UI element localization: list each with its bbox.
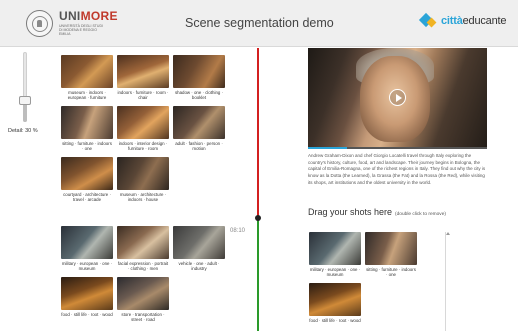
shot-thumbnail[interactable]: museum · architecture · indoors · house bbox=[117, 157, 169, 202]
drop-zone-scrollbar[interactable] bbox=[445, 232, 450, 331]
shot-image[interactable] bbox=[117, 106, 169, 139]
shot-tags: sitting · furniture · indoors · one bbox=[62, 141, 112, 152]
shot-tags: adult · fashion · person · motion bbox=[175, 141, 223, 152]
shot-tags: courtyard · architecture · travel · arca… bbox=[63, 192, 111, 203]
unimore-logo: UNIMORE UNIVERSITÀ DEGLI STUDI DI MODENA… bbox=[26, 8, 118, 38]
video-progress-bar[interactable] bbox=[308, 147, 487, 149]
university-subtitle: UNIVERSITÀ DEGLI STUDI DI MODENA E REGGI… bbox=[59, 24, 103, 36]
page-title: Scene segmentation demo bbox=[185, 16, 334, 30]
shot-tags: indoors · interior design · furniture · … bbox=[118, 141, 168, 152]
shot-image[interactable] bbox=[117, 55, 169, 88]
shot-thumbnail[interactable]: indoors · interior design · furniture · … bbox=[117, 106, 169, 151]
university-seal-icon bbox=[26, 9, 53, 37]
timeline-playhead[interactable] bbox=[255, 215, 261, 221]
drop-zone[interactable]: military · european · one · museum sitti… bbox=[306, 228, 456, 331]
shot-image[interactable] bbox=[365, 232, 417, 265]
detail-slider[interactable] bbox=[19, 52, 31, 122]
shot-tags: museum · architecture · indoors · house bbox=[119, 192, 167, 203]
dropped-shot[interactable]: military · european · one · museum bbox=[309, 232, 361, 277]
shot-thumbnail[interactable]: adult · fashion · person · motion bbox=[173, 106, 225, 151]
shot-tags: military · european · one · museum bbox=[309, 267, 361, 278]
shot-tags: sitting · furniture · indoors · one bbox=[366, 267, 416, 278]
shot-image[interactable] bbox=[61, 157, 113, 190]
shot-thumbnail[interactable]: military · european · one · museum bbox=[61, 226, 113, 271]
shot-image[interactable] bbox=[117, 277, 169, 310]
timeline-played-segment[interactable] bbox=[257, 48, 259, 218]
shot-thumbnail[interactable]: sitting · furniture · indoors · one bbox=[61, 106, 113, 151]
citta-educante-mark-icon bbox=[418, 12, 439, 29]
play-icon[interactable] bbox=[389, 89, 406, 106]
app-header: UNIMORE UNIVERSITÀ DEGLI STUDI DI MODENA… bbox=[0, 0, 518, 47]
shot-tags: indoors · furniture · room · chair bbox=[117, 90, 169, 101]
shot-thumbnail[interactable]: food · still life · root · wood bbox=[61, 277, 113, 317]
shot-thumbnail[interactable]: store · transportation · street · road bbox=[117, 277, 169, 322]
video-player[interactable] bbox=[308, 48, 487, 149]
shot-image[interactable] bbox=[117, 157, 169, 190]
shot-tags: shadow · one · clothing · booklet bbox=[174, 90, 224, 101]
video-description: Andrew Graham-Dixon and chef Giorgio Loc… bbox=[308, 153, 486, 185]
video-progress-fill bbox=[308, 147, 348, 149]
detail-label: Detail: 30 % bbox=[8, 128, 38, 134]
shot-tags: food · still life · root · wood bbox=[309, 318, 361, 323]
timeline-remaining-segment[interactable] bbox=[257, 218, 259, 331]
shot-image[interactable] bbox=[61, 226, 113, 259]
shot-image[interactable] bbox=[117, 226, 169, 259]
citta-educante-logo: cittàeducante bbox=[418, 12, 506, 29]
shot-tags: food · still life · root · wood bbox=[61, 312, 113, 317]
timeline-time-label: 08:10 bbox=[230, 228, 246, 234]
scroll-up-icon[interactable] bbox=[446, 232, 450, 235]
shot-tags: store · transportation · street · road bbox=[121, 312, 165, 323]
shot-image[interactable] bbox=[309, 232, 361, 265]
dropped-shot[interactable]: food · still life · root · wood bbox=[309, 283, 361, 323]
university-name: UNIMORE bbox=[59, 9, 118, 23]
shot-tags: museum · indoors · european · furniture bbox=[67, 90, 107, 101]
shot-image[interactable] bbox=[173, 106, 225, 139]
shot-thumbnail[interactable]: facial expression · portrait · clothing … bbox=[117, 226, 169, 271]
dropped-shot[interactable]: sitting · furniture · indoors · one bbox=[365, 232, 417, 277]
shot-thumbnail[interactable]: shadow · one · clothing · booklet bbox=[173, 55, 225, 100]
drop-zone-title: Drag your shots here (double click to rem… bbox=[308, 207, 446, 217]
drop-zone-hint: (double click to remove) bbox=[395, 212, 446, 217]
shot-thumbnail[interactable]: courtyard · architecture · travel · arca… bbox=[61, 157, 113, 202]
shot-image[interactable] bbox=[309, 283, 361, 316]
shot-image[interactable] bbox=[173, 226, 225, 259]
shot-tags: facial expression · portrait · clothing … bbox=[117, 261, 169, 272]
shot-tags: military · european · one · museum bbox=[61, 261, 113, 272]
shot-tags: vehicle · one · adult · industry bbox=[178, 261, 220, 272]
detail-slider-handle[interactable] bbox=[19, 96, 31, 105]
shot-image[interactable] bbox=[61, 277, 113, 310]
shot-image[interactable] bbox=[61, 55, 113, 88]
shot-image[interactable] bbox=[61, 106, 113, 139]
shot-image[interactable] bbox=[173, 55, 225, 88]
shot-thumbnail[interactable]: vehicle · one · adult · industry bbox=[173, 226, 225, 271]
shot-thumbnail[interactable]: museum · indoors · european · furniture bbox=[61, 55, 113, 100]
shot-thumbnail[interactable]: indoors · furniture · room · chair bbox=[117, 55, 169, 100]
